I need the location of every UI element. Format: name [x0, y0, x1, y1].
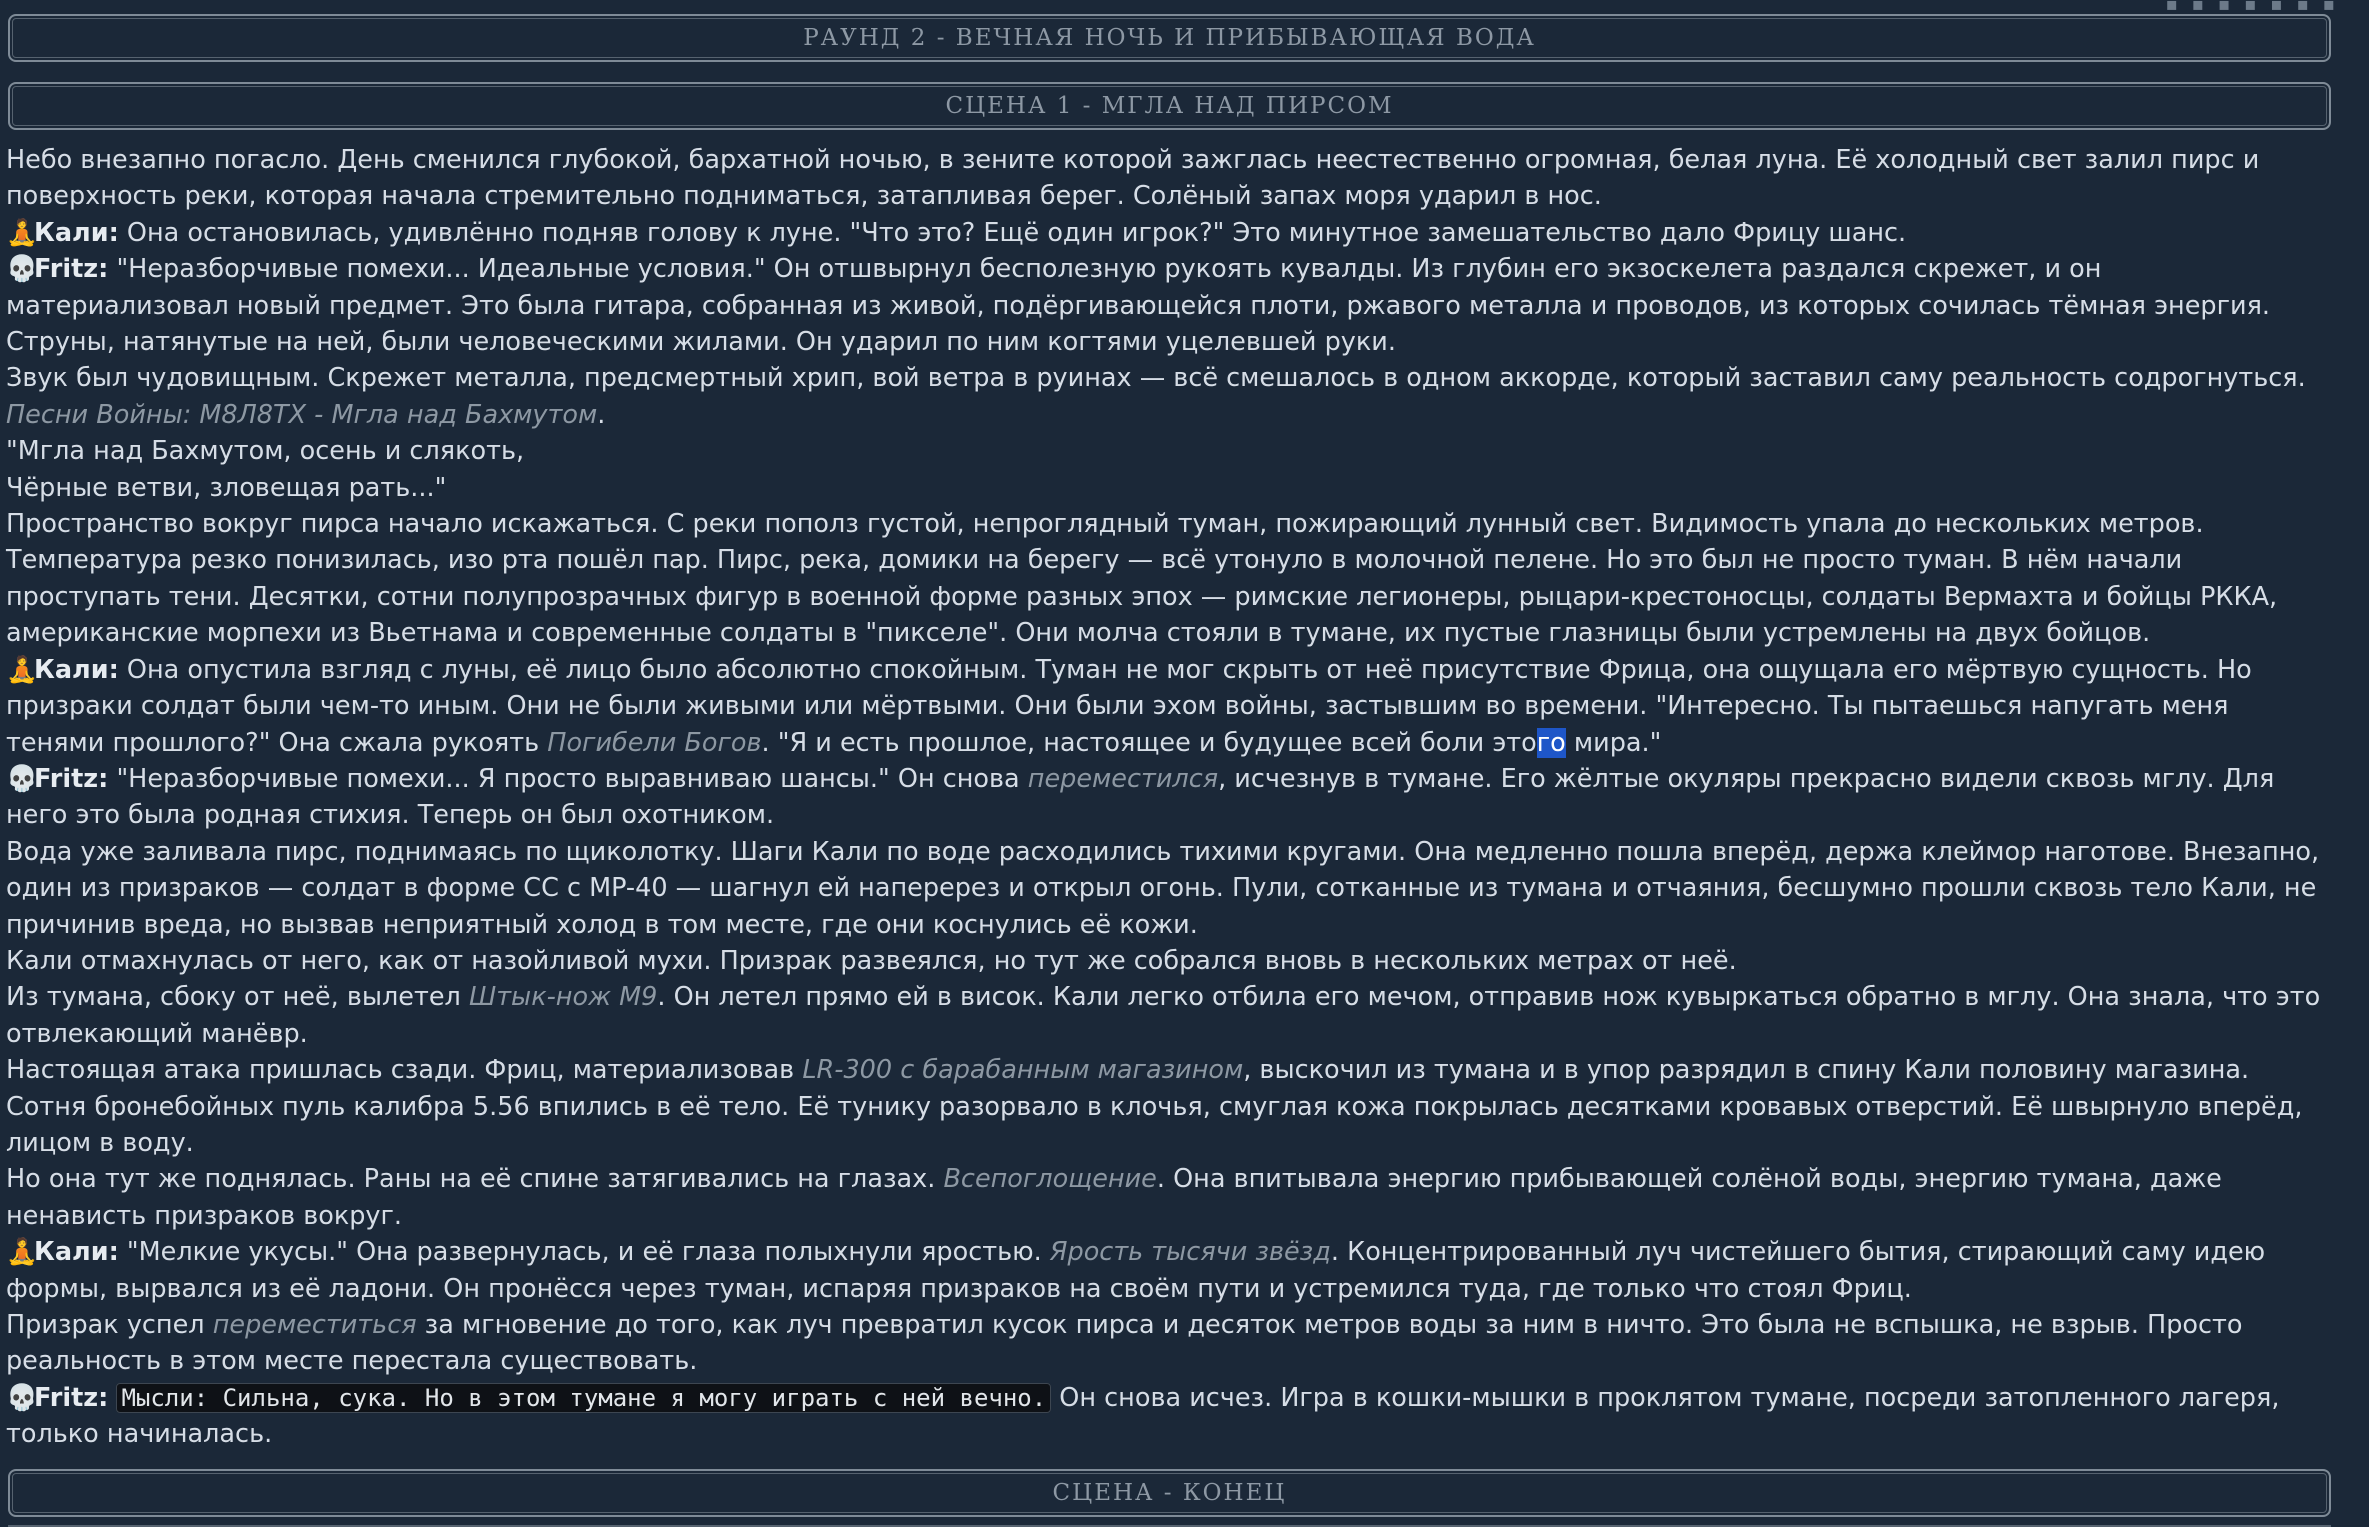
dialogue: Она остановилась, удивлённо подняв голов… [126, 217, 1907, 248]
narration: Кали отмахнулась от него, как от назойли… [6, 945, 1737, 976]
skull-icon: 💀 [6, 763, 38, 794]
dialogue: "Неразборчивые помехи... Я просто выравн… [116, 763, 1028, 794]
scene-banner: СЦЕНА 1 - МГЛА НАД ПИРСОМ [8, 82, 2331, 130]
story-text: Небо внезапно погасло. День сменился глу… [0, 142, 2369, 1453]
dialogue: "Неразборчивые помехи... Идеальные услов… [6, 254, 2271, 358]
narration: Песни Войны: М8Л8ТХ - Мгла над Бахмутом. [6, 397, 2331, 433]
divider [8, 1524, 2331, 1527]
ability-name: переместиться [212, 1310, 417, 1340]
ability-name: Ярость тысячи звёзд [1049, 1237, 1331, 1268]
item-name: LR-300 с барабанным магазином [802, 1055, 1244, 1086]
lyric-line: "Мгла над Бахмутом, осень и слякоть, [6, 436, 525, 467]
speaker-name: Fritz: [34, 763, 109, 794]
punctuation: . [597, 399, 606, 430]
ability-name: Всепоглощение [943, 1164, 1157, 1195]
narration: Но она тут же поднялась. Раны на её спин… [6, 1161, 2331, 1234]
window-top-strip: ▪▪▪▪▪▪▪ [0, 0, 2369, 15]
skull-icon: 💀 [6, 254, 38, 285]
fritz-line: 💀Fritz: "Неразборчивые помехи... Идеальн… [6, 251, 2331, 360]
narration: Вода уже заливала пирс, поднимаясь по щи… [6, 836, 2320, 940]
item-name: Погибели Богов [547, 727, 762, 758]
narration: Звук был чудовищным. Скрежет металла, пр… [6, 363, 2306, 394]
scene-title: СЦЕНА 1 - МГЛА НАД ПИРСОМ [945, 93, 1394, 119]
narration: Призрак успел переместиться за мгновение… [6, 1307, 2331, 1380]
skull-icon: 💀 [6, 1382, 38, 1413]
lyric-line: Чёрные ветви, зловещая рать..." [6, 472, 447, 503]
text: Но она тут же поднялась. Раны на её спин… [6, 1164, 944, 1195]
thought-code-block: Мысли: Сильна, сука. Но в этом тумане я … [116, 1382, 1052, 1413]
text: Настоящая атака пришлась сзади. Фриц, ма… [6, 1055, 803, 1086]
dialogue: "Мелкие укусы." Она развернулась, и её г… [126, 1237, 1050, 1268]
text-selection[interactable]: го [1536, 727, 1566, 758]
speaker-name: Fritz: [34, 1382, 109, 1413]
speaker-name: Fritz: [34, 254, 109, 285]
narration: Небо внезапно погасло. День сменился глу… [6, 145, 2260, 212]
dialogue: мира." [1565, 727, 1662, 758]
speaker-name: Кали: [34, 654, 119, 685]
speaker-name: Кали: [34, 217, 119, 248]
kali-line: 🧘Кали: Она опустила взгляд с луны, её ли… [6, 652, 2331, 761]
item-name: Штык-нож М9 [468, 982, 658, 1013]
round-title: РАУНД 2 - ВЕЧНАЯ НОЧЬ И ПРИБЫВАЮЩАЯ ВОДА [803, 25, 1536, 51]
song-title: Песни Войны: М8Л8ТХ - Мгла над Бахмутом [6, 399, 598, 430]
speaker-name: Кали: [34, 1237, 119, 1268]
narration: Из тумана, сбоку от неё, вылетел Штык-но… [6, 979, 2331, 1052]
kali-line: 🧘Кали: Она остановилась, удивлённо подня… [6, 215, 2331, 251]
meditating-person-icon: 🧘 [6, 217, 38, 248]
text: Из тумана, сбоку от неё, вылетел [6, 982, 469, 1013]
meditating-person-icon: 🧘 [6, 654, 38, 685]
toolbar-icons: ▪▪▪▪▪▪▪ [2165, 0, 2349, 15]
dialogue: . "Я и есть прошлое, настоящее и будущее… [761, 727, 1537, 758]
narration: Настоящая атака пришлась сзади. Фриц, ма… [6, 1052, 2331, 1161]
narration: Пространство вокруг пирса начало искажат… [6, 509, 2278, 649]
scene-end-banner: СЦЕНА - КОНЕЦ [8, 1468, 2331, 1517]
scene-end-title: СЦЕНА - КОНЕЦ [1052, 1479, 1287, 1506]
fritz-line: 💀Fritz: "Неразборчивые помехи... Я прост… [6, 761, 2331, 834]
round-banner: РАУНД 2 - ВЕЧНАЯ НОЧЬ И ПРИБЫВАЮЩАЯ ВОДА [8, 14, 2331, 62]
fritz-line: 💀Fritz: Мысли: Сильна, сука. Но в этом т… [6, 1380, 2331, 1453]
meditating-person-icon: 🧘 [6, 1237, 38, 1268]
text: Призрак успел [6, 1310, 213, 1340]
ability-name: переместился [1027, 763, 1219, 794]
kali-line: 🧘Кали: "Мелкие укусы." Она развернулась,… [6, 1234, 2331, 1307]
